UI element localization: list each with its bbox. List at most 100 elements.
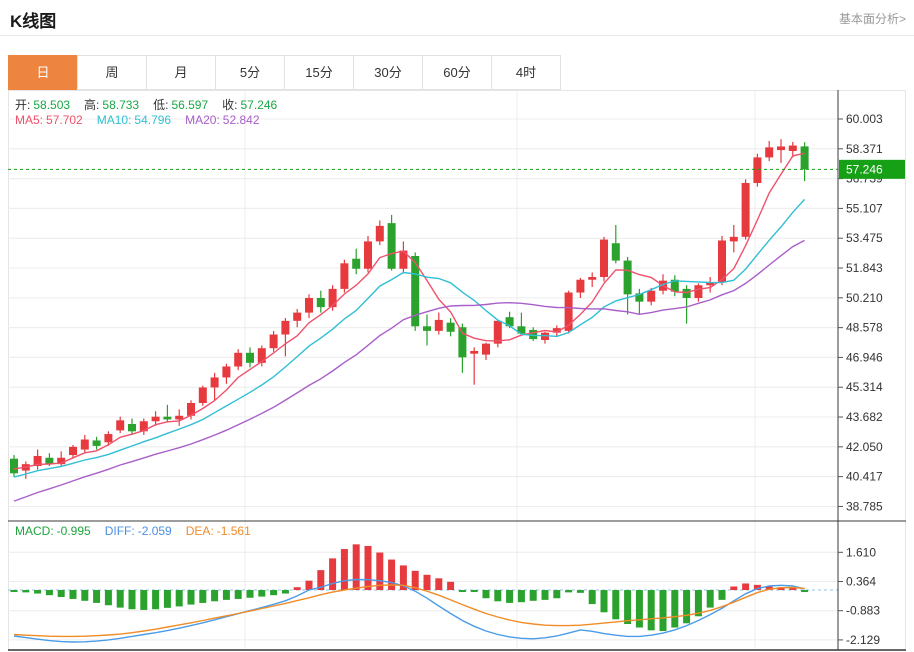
ma-info: MA5:57.702MA10:54.796MA20:52.842 — [15, 113, 274, 127]
candle-body — [116, 420, 124, 430]
candle-body — [246, 353, 254, 363]
macd-hist-bar — [11, 590, 18, 592]
candle-body — [765, 147, 773, 157]
macd-hist-bar — [506, 590, 513, 603]
ohlc-info: 开:58.503高:58.733低:56.597收:57.246 — [15, 96, 291, 113]
page-title: K线图 — [10, 7, 56, 32]
macd-hist-bar — [70, 590, 77, 599]
header-divider — [0, 35, 914, 36]
axis-label: 60.003 — [846, 112, 883, 126]
candle-body — [199, 387, 207, 403]
chart-area: 60.00358.37156.73955.10753.47551.84350.2… — [8, 90, 906, 651]
macd-hist-bar — [683, 590, 690, 623]
candle-body — [801, 146, 809, 169]
candle-body — [128, 424, 136, 431]
macd-hist-bar — [577, 590, 584, 593]
axis-label: 50.210 — [846, 291, 883, 305]
macd-hist-bar — [258, 590, 265, 597]
axis-label: 53.475 — [846, 231, 883, 245]
candle-body — [482, 344, 490, 355]
candle-body — [753, 157, 761, 183]
macd-info: MACD:-0.995DIFF:-2.059DEA:-1.561 — [15, 524, 265, 538]
candle-body — [211, 377, 219, 387]
candle-body — [317, 298, 325, 307]
candle-body — [447, 323, 455, 332]
candle-body — [612, 243, 620, 260]
tab-30min[interactable]: 30分 — [353, 55, 423, 90]
tab-4hr[interactable]: 4时 — [491, 55, 561, 90]
macd-row-value: -0.995 — [57, 524, 91, 538]
candle-body — [293, 313, 301, 321]
tab-week[interactable]: 周 — [77, 55, 147, 90]
ohlc-row-value: 57.246 — [240, 98, 277, 112]
ma10-line — [14, 199, 805, 477]
macd-hist-bar — [424, 575, 431, 590]
candle-body — [270, 335, 278, 349]
macd-hist-bar — [719, 590, 726, 600]
candle-body — [376, 226, 384, 242]
axis-label: 40.417 — [846, 470, 883, 484]
axis-label: 46.946 — [846, 350, 883, 364]
axis-label: 38.785 — [846, 499, 883, 513]
candle-body — [624, 261, 632, 295]
macd-hist-bar — [601, 590, 608, 612]
tab-15min[interactable]: 15分 — [284, 55, 354, 90]
macd-hist-bar — [742, 583, 749, 590]
axis-label: -2.129 — [846, 633, 880, 647]
macd-hist-bar — [589, 590, 596, 604]
candle-body — [777, 146, 785, 150]
macd-hist-bar — [282, 590, 289, 594]
macd-hist-bar — [188, 590, 195, 605]
macd-hist-bar — [636, 590, 643, 627]
candle-body — [588, 277, 596, 280]
macd-hist-bar — [152, 590, 159, 609]
ma-row-label: MA5: — [15, 113, 43, 127]
macd-hist-bar — [459, 590, 466, 592]
macd-hist-bar — [306, 581, 313, 590]
axis-label: 51.843 — [846, 261, 883, 275]
candle-body — [352, 259, 360, 269]
macd-hist-bar — [365, 546, 372, 590]
candle-body — [163, 417, 171, 420]
axis-label: 43.682 — [846, 410, 883, 424]
axis-label: 42.050 — [846, 440, 883, 454]
ma-row-label: MA20: — [185, 113, 220, 127]
axis-label: 45.314 — [846, 380, 883, 394]
macd-row-label: DEA: — [186, 524, 214, 538]
tab-5min[interactable]: 5分 — [215, 55, 285, 90]
ma-row-value: 52.842 — [223, 113, 260, 127]
fundamental-analysis-link[interactable]: 基本面分析> — [839, 10, 906, 27]
macd-row-value: -1.561 — [217, 524, 251, 538]
macd-hist-bar — [164, 590, 171, 608]
macd-hist-bar — [353, 544, 360, 590]
macd-hist-bar — [223, 590, 230, 600]
candle-body — [423, 326, 431, 331]
macd-hist-bar — [660, 590, 667, 631]
macd-hist-bar — [129, 590, 136, 609]
candle-body — [104, 434, 112, 442]
ma20-line — [14, 240, 805, 501]
macd-hist-bar — [565, 590, 572, 592]
axis-label: 1.610 — [846, 545, 876, 559]
tab-60min[interactable]: 60分 — [422, 55, 492, 90]
macd-hist-bar — [117, 590, 124, 608]
kline-page: K线图 基本面分析> 日周月5分15分30分60分4时 60.00358.371… — [0, 0, 914, 652]
macd-hist-bar — [648, 590, 655, 630]
candle-body — [305, 298, 313, 313]
macd-hist-bar — [542, 590, 549, 600]
ma-row-value: 54.796 — [134, 113, 171, 127]
ohlc-row-label: 低: — [153, 96, 168, 113]
tab-day[interactable]: 日 — [8, 55, 78, 90]
candle-body — [281, 321, 289, 335]
candle-body — [329, 289, 337, 307]
macd-hist-bar — [483, 590, 490, 598]
macd-hist-bar — [199, 590, 206, 603]
candle-body — [470, 351, 478, 354]
macd-hist-bar — [435, 578, 442, 590]
candle-body — [458, 327, 466, 357]
macd-hist-bar — [376, 553, 383, 590]
macd-hist-bar — [329, 558, 336, 590]
tab-month[interactable]: 月 — [146, 55, 216, 90]
macd-hist-bar — [730, 587, 737, 591]
candle-body — [340, 263, 348, 289]
